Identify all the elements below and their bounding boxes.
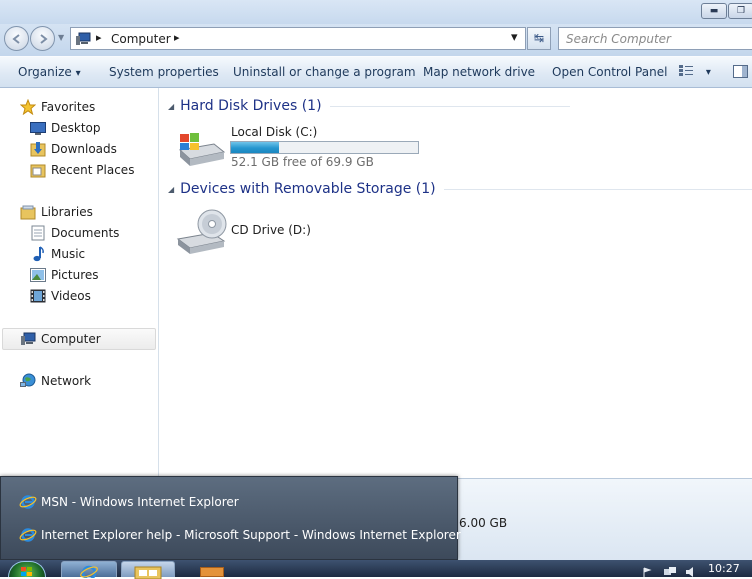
window-titlebar: ▬ ❐ <box>0 0 752 24</box>
star-icon <box>20 99 36 115</box>
minimize-button[interactable]: ▬ <box>701 3 727 19</box>
preview-pane-icon <box>733 65 748 78</box>
nav-network-label: Network <box>41 374 92 388</box>
command-bar: Organize ▾ System properties Uninstall o… <box>0 56 752 88</box>
nav-desktop-label: Desktop <box>51 121 101 135</box>
preview-pane-button[interactable] <box>733 65 748 81</box>
address-dropdown-icon[interactable]: ▾ <box>511 30 518 45</box>
hard-drive-windows-icon <box>178 133 226 166</box>
nav-recent-places-label: Recent Places <box>51 163 135 177</box>
pictures-icon <box>30 267 46 283</box>
nav-computer-label: Computer <box>41 332 101 346</box>
windows-logo-icon <box>21 567 32 576</box>
desktop-icon <box>30 120 46 136</box>
refresh-button[interactable]: ↹ <box>527 27 551 50</box>
recent-places-icon <box>30 162 46 178</box>
taskbar-internet-explorer-button[interactable] <box>61 561 117 578</box>
cd-drive-icon <box>176 209 227 254</box>
internet-explorer-icon <box>80 565 98 578</box>
nav-libraries[interactable]: Libraries <box>20 202 93 222</box>
disk-usage-fill <box>231 142 279 153</box>
taskbar-app-button[interactable] <box>200 567 224 577</box>
documents-icon <box>30 225 46 241</box>
group-divider <box>443 188 752 190</box>
address-bar[interactable]: ▸ Computer ▸ ▾ <box>70 27 526 50</box>
computer-icon <box>20 331 36 347</box>
uninstall-program-button[interactable]: Uninstall or change a program <box>233 65 416 79</box>
network-globe-icon <box>20 373 36 389</box>
taskbar: 10:27 <box>0 560 752 579</box>
collapse-triangle-icon[interactable]: ◢ <box>168 102 174 111</box>
internet-explorer-icon <box>19 528 37 542</box>
back-arrow-icon <box>11 34 20 44</box>
internet-explorer-icon <box>19 495 37 509</box>
clock[interactable]: 10:27 <box>708 562 740 575</box>
nav-favorites[interactable]: Favorites <box>20 97 95 117</box>
nav-favorites-label: Favorites <box>41 100 96 114</box>
taskbar-explorer-button[interactable] <box>121 561 175 579</box>
recent-pages-arrow-icon[interactable]: ▼ <box>58 33 64 42</box>
nav-network[interactable]: Network <box>20 371 91 391</box>
videos-filmstrip-icon <box>30 288 46 304</box>
nav-downloads[interactable]: Downloads <box>30 139 117 159</box>
hard-disk-drives-title: Hard Disk Drives (1) <box>180 98 322 114</box>
window-item-msn-label: MSN - Windows Internet Explorer <box>41 495 239 509</box>
notification-flag-icon[interactable] <box>642 567 652 577</box>
removable-storage-title: Devices with Removable Storage (1) <box>180 181 436 197</box>
nav-libraries-label: Libraries <box>41 205 93 219</box>
start-button[interactable] <box>8 561 46 577</box>
nav-documents[interactable]: Documents <box>30 223 119 243</box>
collapse-triangle-icon[interactable]: ◢ <box>168 185 174 194</box>
system-properties-button[interactable]: System properties <box>109 65 219 79</box>
hard-disk-drives-group-header[interactable]: ◢ Hard Disk Drives (1) <box>168 98 570 114</box>
network-tray-icon[interactable] <box>664 567 676 577</box>
breadcrumb-computer[interactable]: Computer <box>111 32 171 46</box>
back-button[interactable] <box>4 26 29 51</box>
nav-videos[interactable]: Videos <box>30 286 91 306</box>
nav-downloads-label: Downloads <box>51 142 117 156</box>
nav-pictures-label: Pictures <box>51 268 99 282</box>
organize-button[interactable]: Organize ▾ <box>18 65 81 79</box>
disk-usage-bar <box>230 141 419 154</box>
cd-drive-name: CD Drive (D:) <box>231 223 311 237</box>
nav-computer[interactable]: Computer <box>20 329 101 349</box>
organize-label: Organize <box>18 65 72 79</box>
libraries-icon <box>20 204 36 220</box>
change-view-button[interactable]: ▾ <box>678 64 711 81</box>
computer-icon <box>76 32 91 45</box>
restore-button[interactable]: ❐ <box>728 3 752 19</box>
nav-music[interactable]: Music <box>30 244 85 264</box>
removable-storage-group-header[interactable]: ◢ Devices with Removable Storage (1) <box>168 181 752 197</box>
taskbar-window-list-popup: MSN - Windows Internet Explorer Internet… <box>0 476 461 560</box>
nav-videos-label: Videos <box>51 289 91 303</box>
map-network-drive-button[interactable]: Map network drive <box>423 65 535 79</box>
local-disk-free-space: 52.1 GB free of 69.9 GB <box>231 155 374 169</box>
breadcrumb-separator: ▸ <box>96 31 102 44</box>
music-note-icon <box>30 246 46 262</box>
group-divider <box>329 105 570 107</box>
nav-music-label: Music <box>51 247 86 261</box>
nav-documents-label: Documents <box>51 226 120 240</box>
window-item-ie-help[interactable]: Internet Explorer help - Microsoft Suppo… <box>19 525 461 545</box>
views-icon <box>679 65 693 76</box>
navigation-pane: Favorites Desktop Downloads Recent Place… <box>0 88 159 478</box>
window-item-msn[interactable]: MSN - Windows Internet Explorer <box>19 492 239 512</box>
chevron-down-icon: ▾ <box>705 67 711 78</box>
nav-recent-places[interactable]: Recent Places <box>30 160 134 180</box>
forward-button[interactable] <box>30 26 55 51</box>
chevron-down-icon: ▾ <box>75 68 81 79</box>
search-input[interactable]: Search Computer <box>558 27 752 50</box>
open-control-panel-button[interactable]: Open Control Panel <box>552 65 667 79</box>
downloads-folder-icon <box>30 141 46 157</box>
forward-arrow-icon <box>39 34 48 44</box>
volume-icon[interactable] <box>686 567 698 577</box>
memory-value: 6.00 GB <box>459 516 508 530</box>
breadcrumb-separator[interactable]: ▸ <box>174 31 180 44</box>
window-item-ie-help-label: Internet Explorer help - Microsoft Suppo… <box>41 528 461 542</box>
address-row: ▼ ▸ Computer ▸ ▾ ↹ Search Computer <box>0 24 752 56</box>
nav-desktop[interactable]: Desktop <box>30 118 101 138</box>
nav-pictures[interactable]: Pictures <box>30 265 99 285</box>
cd-drive-item[interactable]: CD Drive (D:) <box>176 209 326 257</box>
local-disk-name: Local Disk (C:) <box>231 125 318 139</box>
